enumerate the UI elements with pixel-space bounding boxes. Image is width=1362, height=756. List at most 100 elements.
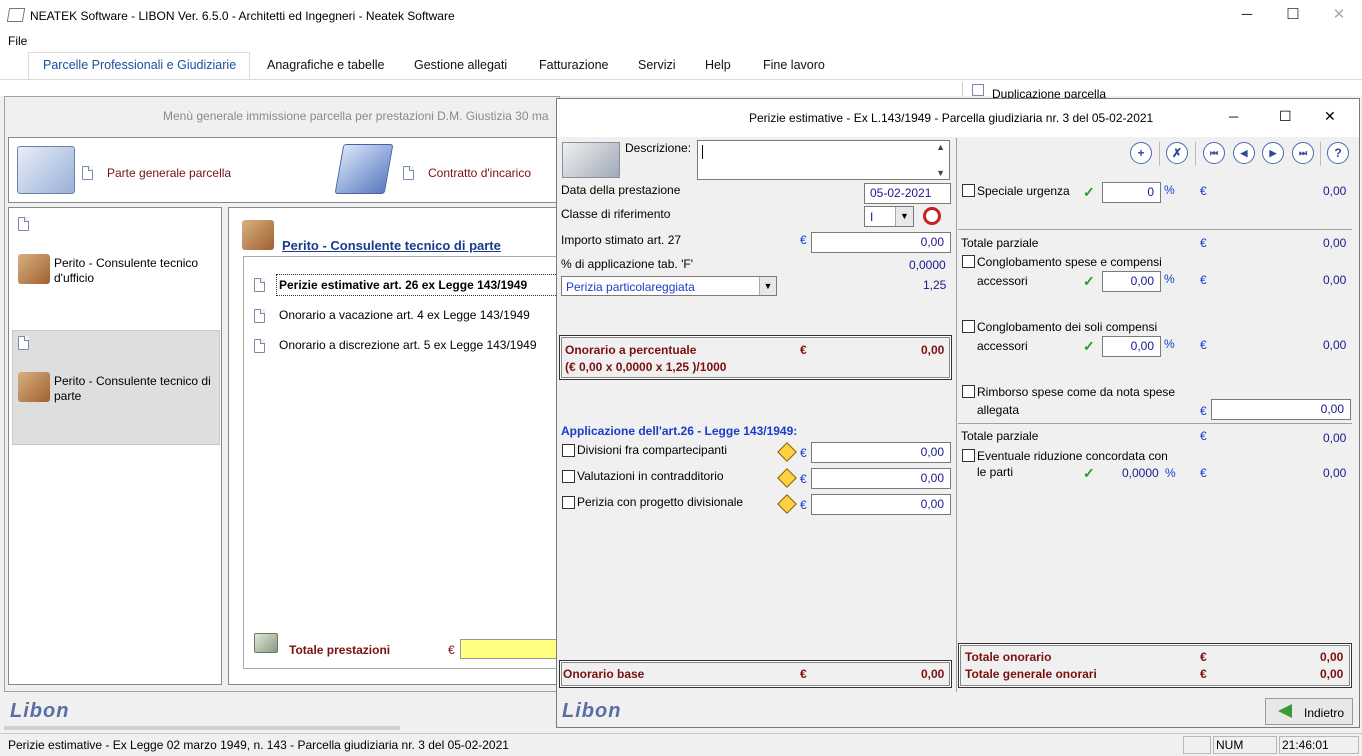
tab-fine-lavoro[interactable]: Fine lavoro [763,58,825,72]
onorario-discrezione-item[interactable]: Onorario a discrezione art. 5 ex Legge 1… [279,338,537,352]
scroll-up-icon[interactable]: ▲ [936,142,945,152]
help-icon[interactable]: ? [1327,142,1349,164]
left-scrollbar[interactable] [4,726,400,730]
back-window-header: Menù generale immissione parcella per pr… [5,97,557,133]
totale-prestazioni-field [460,639,560,659]
status-num: NUM [1213,736,1277,754]
last-record-icon[interactable]: ⏭ [1292,142,1314,164]
euro-sign: € [800,667,807,681]
valutazioni-checkbox[interactable] [562,470,575,483]
first-record-icon[interactable]: ⏮ [1203,142,1225,164]
gavel-icon [18,254,50,284]
conglobamento-soli-perc-field[interactable]: 0,00 [1102,336,1161,357]
classe-select[interactable]: I ▼ [864,206,914,227]
rimborso-checkbox[interactable] [962,385,975,398]
tab-allegati[interactable]: Gestione allegati [414,58,507,72]
euro-sign: € [800,498,807,512]
add-icon[interactable]: + [1130,142,1152,164]
perizia-type-select[interactable]: Perizia particolareggiata ▼ [561,276,777,296]
valutazioni-field[interactable]: 0,00 [811,468,951,489]
column-divider [956,138,957,692]
confirm-check-icon[interactable]: ✓ [1083,273,1095,290]
toolbar-separator [1320,142,1321,166]
search-classe-icon[interactable] [923,207,941,225]
conglobamento-spese-perc-field[interactable]: 0,00 [1102,271,1161,292]
euro-sign: € [1200,338,1207,352]
status-cell: 21:46:01 [1279,736,1359,754]
documents-icon [17,146,75,194]
dialog-minimize-button[interactable]: ─ [1229,109,1238,124]
confirm-check-icon[interactable]: ✓ [1083,184,1095,201]
speciale-urgenza-perc-field[interactable]: 0 [1102,182,1161,203]
totale-parziale-value: 0,00 [1323,236,1347,250]
conglobamento-spese-label: Conglobamento spese e compensi [977,255,1162,269]
calculator-icon [254,633,278,653]
perito-ufficio-item[interactable]: Perito - Consulente tecnico d'ufficio [54,256,214,286]
menu-file[interactable]: File [8,34,27,48]
status-bar: Perizie estimative - Ex Legge 02 marzo 1… [0,733,1362,756]
dialog-maximize-button[interactable]: ☐ [1279,108,1292,125]
contract-pen-icon [334,144,394,194]
speciale-urgenza-checkbox[interactable] [962,184,975,197]
maximize-button[interactable]: ☐ [1270,0,1316,32]
contratto-link[interactable]: Contratto d'incarico [428,166,531,180]
next-record-icon[interactable]: ▶ [1262,142,1284,164]
tab-help[interactable]: Help [705,58,731,72]
title-bar: NEATEK Software - LIBON Ver. 6.5.0 - Arc… [0,0,1362,32]
previous-record-icon[interactable]: ◀ [1233,142,1255,164]
parte-generale-link[interactable]: Parte generale parcella [107,166,231,180]
euro-sign: € [1200,429,1207,443]
dialog-close-button[interactable]: ✕ [1324,108,1336,125]
progetto-field[interactable]: 0,00 [811,494,951,515]
tab-fatturazione[interactable]: Fatturazione [539,58,608,72]
onorario-percentuale-value: 0,00 [921,343,945,357]
doc-icon [254,278,265,292]
importo-field[interactable]: 0,00 [811,232,951,253]
perizia-type-value: Perizia particolareggiata [566,280,695,294]
onorario-base-value: 0,00 [921,667,945,681]
conglobamento-soli-checkbox[interactable] [962,320,975,333]
tab-anagrafiche[interactable]: Anagrafiche e tabelle [267,58,384,72]
conglobamento-soli-label-2: accessori [977,339,1028,353]
euro-sign: € [1200,236,1207,250]
conglobamento-spese-checkbox[interactable] [962,255,975,268]
speciale-urgenza-value: 0,00 [1323,184,1347,198]
euro-sign: € [1200,667,1207,681]
rimborso-label: Rimborso spese come da nota spese [977,385,1176,399]
perizia-coeff: 1,25 [923,278,947,292]
divisioni-label: Divisioni fra compartecipanti [577,443,728,457]
totale-parziale-label: Totale parziale [961,236,1039,250]
descrizione-textarea[interactable]: ▲ ▼ [697,140,950,180]
totale-onorario-value: 0,00 [1320,650,1344,664]
minimize-button[interactable]: ─ [1224,0,1270,32]
divisioni-checkbox[interactable] [562,444,575,457]
conglobamento-spese-label-2: accessori [977,274,1028,288]
riduzione-label: Eventuale riduzione concordata con [977,449,1168,463]
riduzione-checkbox[interactable] [962,449,975,462]
divisioni-field[interactable]: 0,00 [811,442,951,463]
classe-label: Classe di riferimento [561,207,671,221]
applicazione-title: Applicazione dell'art.26 - Legge 143/194… [561,424,798,438]
percent-sign: % [1164,337,1175,351]
data-prestazione-field[interactable]: 05-02-2021 [864,183,951,204]
confirm-check-icon[interactable]: ✓ [1083,338,1095,355]
doc-icon [403,166,414,180]
tab-servizi[interactable]: Servizi [638,58,676,72]
onorario-base-label: Onorario base [563,667,645,681]
totale-parziale-label-2: Totale parziale [961,429,1039,443]
progetto-checkbox[interactable] [562,496,575,509]
euro-sign: € [1200,404,1207,418]
rimborso-field[interactable]: 0,00 [1211,399,1351,420]
confirm-check-icon[interactable]: ✓ [1083,465,1095,482]
perizie-estimative-item[interactable]: Perizie estimative art. 26 ex Legge 143/… [276,274,566,296]
window-title: NEATEK Software - LIBON Ver. 6.5.0 - Arc… [30,9,455,23]
separator [958,423,1352,424]
cancel-icon[interactable]: ✗ [1166,142,1188,164]
euro-sign: € [1200,184,1207,198]
close-button[interactable]: ✕ [1316,0,1362,32]
indietro-button[interactable]: Indietro [1265,698,1353,725]
onorario-vacazione-item[interactable]: Onorario a vacazione art. 4 ex Legge 143… [279,308,530,322]
gavel-icon [18,372,50,402]
scroll-down-icon[interactable]: ▼ [936,168,945,178]
perito-parte-item[interactable]: Perito - Consulente tecnico di parte [54,374,214,404]
